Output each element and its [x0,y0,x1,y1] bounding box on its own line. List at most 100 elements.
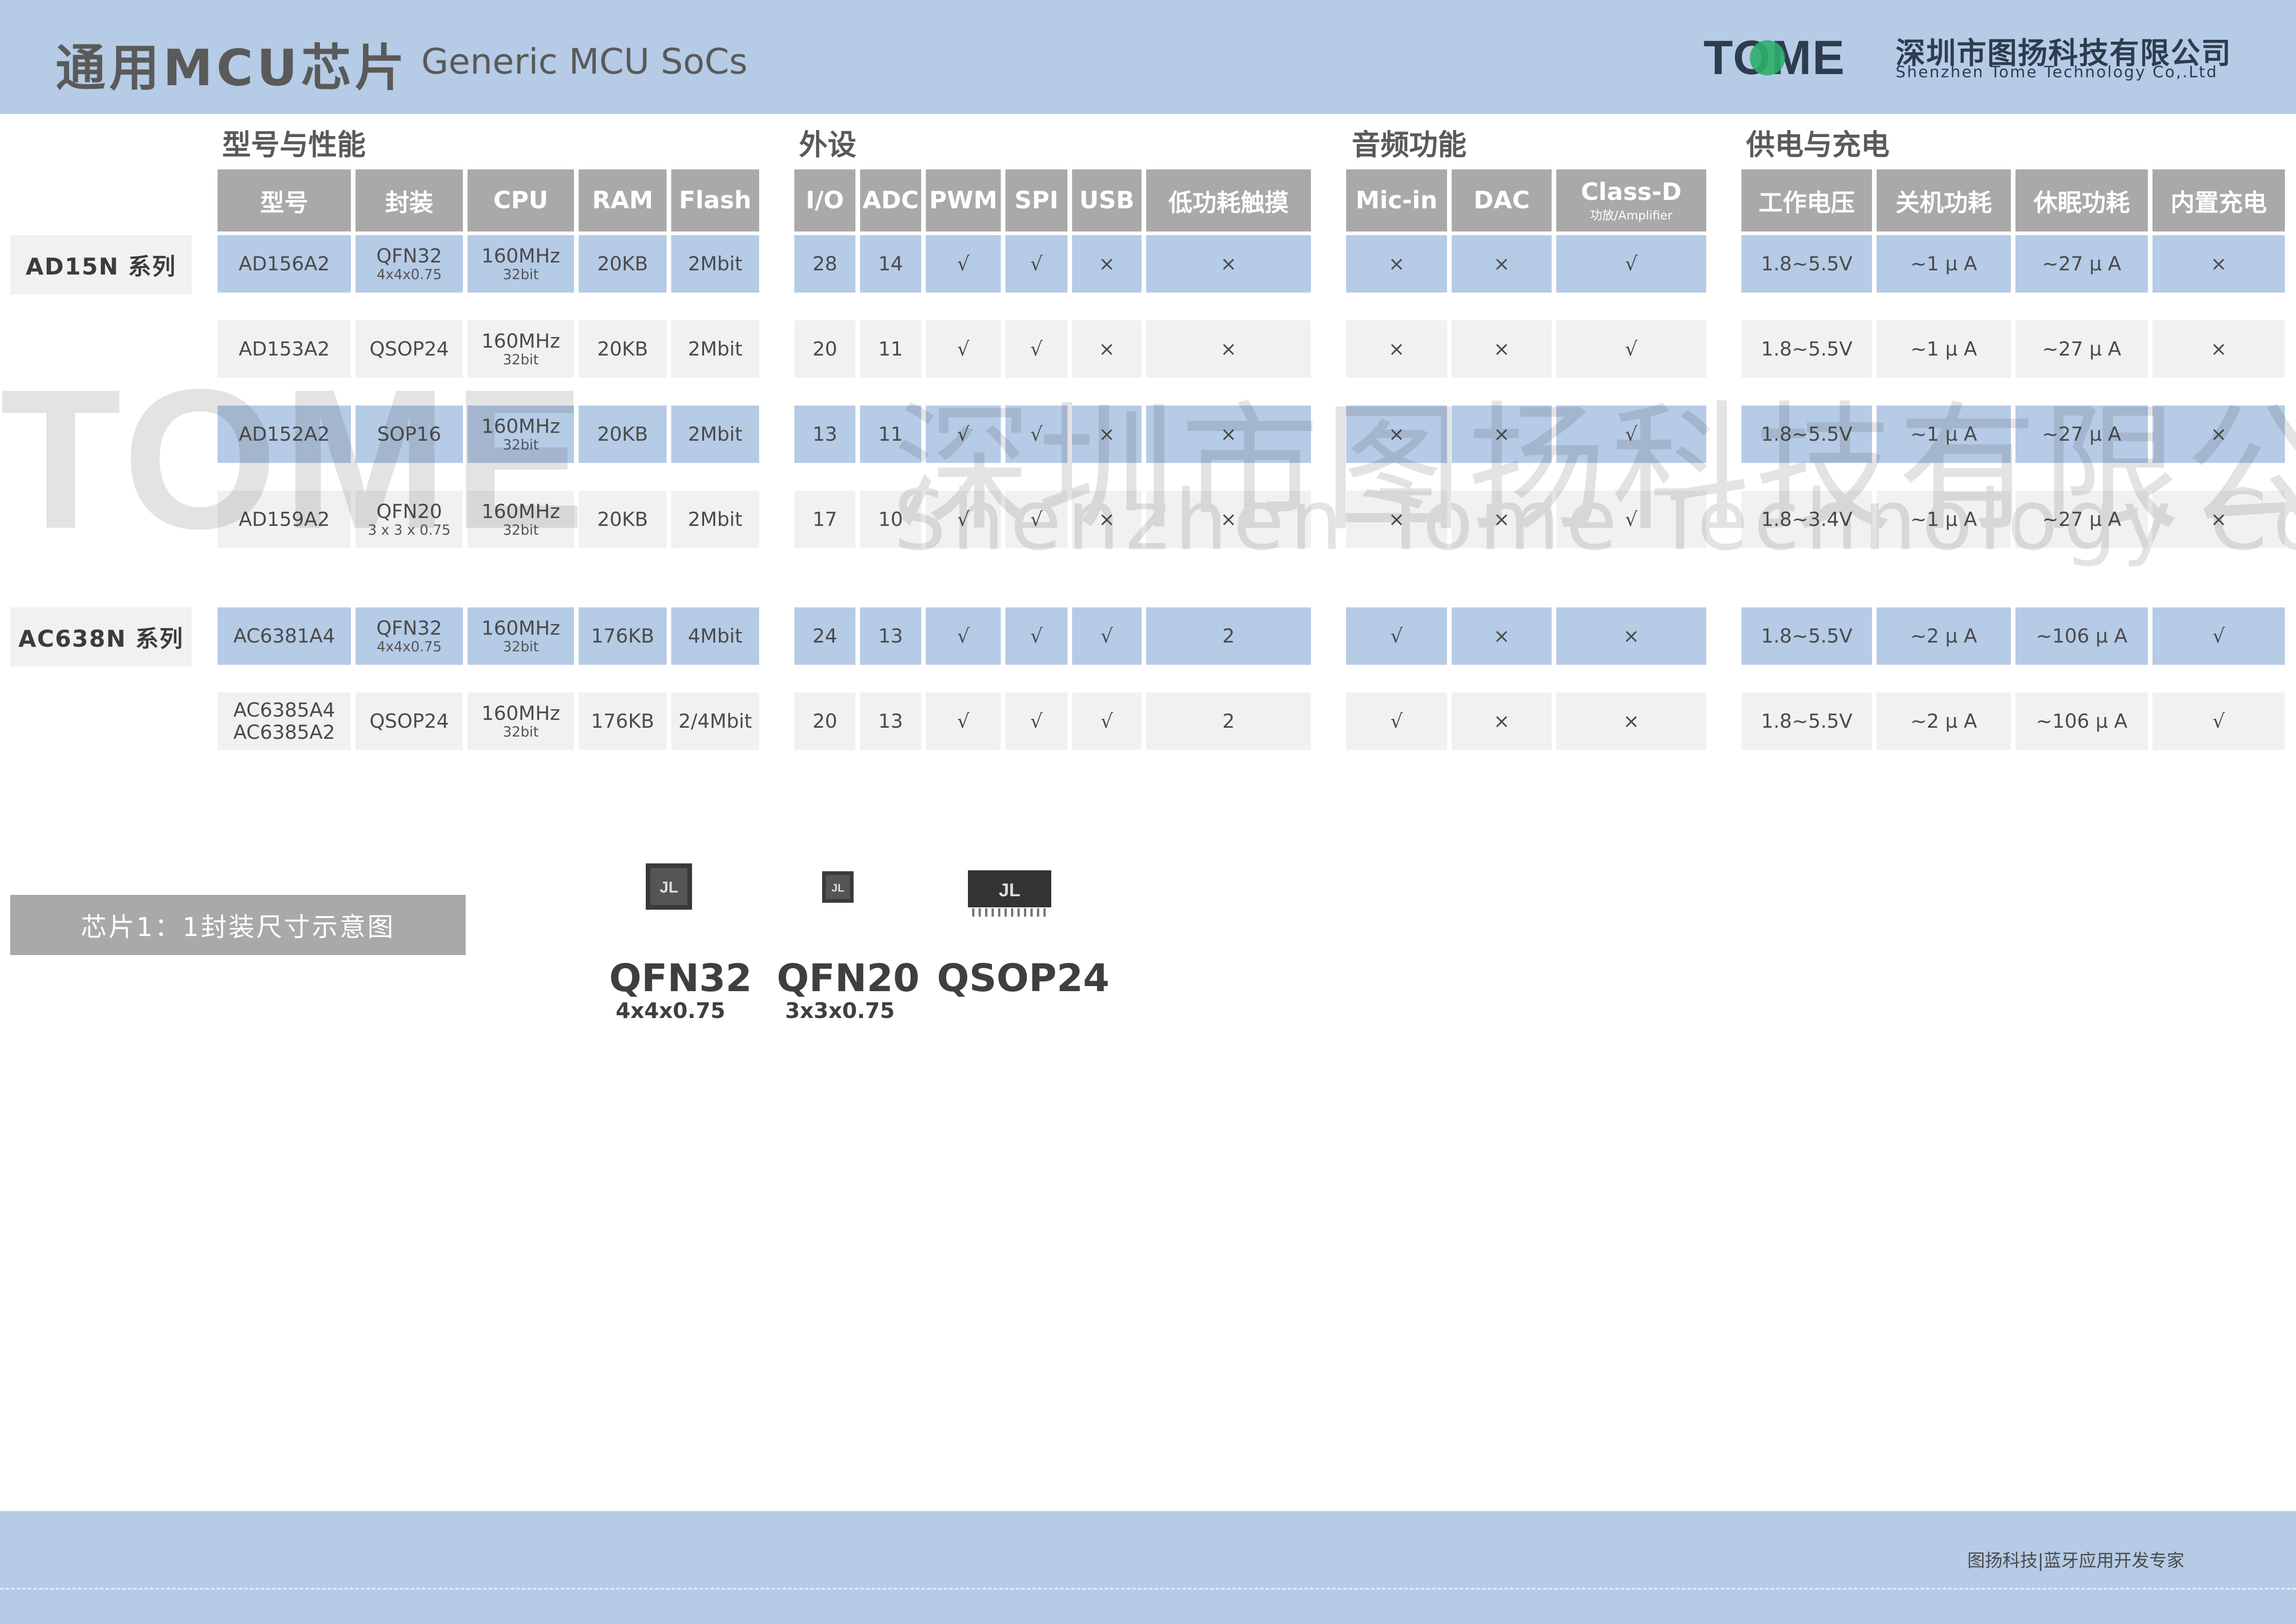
table-cell: 2Mbit [671,320,759,378]
table-cell: ~106 μ A [2015,693,2148,750]
table-cell: × [1452,235,1552,293]
table-cell: × [1452,491,1552,548]
column-header-label: USB [1079,187,1135,214]
cell-value: 20 [812,709,837,732]
table-cell: 20KB [579,235,667,293]
column-header-12: DAC [1452,169,1552,231]
cell-subvalue: 32bit [503,266,539,283]
column-header-0: 型号 [218,169,351,231]
table-cell: √ [1346,693,1447,750]
table-cell: × [2152,235,2285,293]
table-cell: 28 [794,235,855,293]
column-header-label: I/O [805,187,844,214]
cell-value: ~106 μ A [2036,624,2128,647]
table-cell: × [1146,235,1311,293]
table-cell: 176KB [579,607,667,665]
cell-value: × [1388,422,1405,445]
table-cell: × [1452,607,1552,665]
table-cell: × [1346,491,1447,548]
cell-value: √ [1030,709,1043,732]
table-cell: × [1146,406,1311,463]
table-cell: √ [1005,235,1067,293]
cell-subvalue: 4x4x0.75 [376,266,442,283]
column-header-11: Mic-in [1346,169,1447,231]
cell-value: × [1098,422,1115,445]
column-header-14: 工作电压 [1741,169,1872,231]
cell-value: √ [1390,624,1403,647]
footer-slogan: 图扬科技|蓝牙应用开发专家 [1967,1550,2184,1571]
cell-value: 160MHz [481,329,561,352]
table-cell: QSOP24 [356,693,463,750]
cell-value: × [1220,507,1237,531]
cell-value: × [1388,507,1405,531]
cell-value: √ [2212,624,2225,647]
table-cell: × [1452,693,1552,750]
column-header-label: 低功耗触摸 [1168,189,1289,217]
table-cell: QFN20 3 x 3 x 0.75 [356,491,463,548]
column-header-1: 封装 [356,169,463,231]
group-title-power: 供电与充电 [1746,128,1890,162]
cell-value: 1.8~5.5V [1761,624,1853,647]
column-header-label: 封装 [385,189,433,217]
table-cell: √ [1005,607,1067,665]
cell-value: √ [1030,422,1043,445]
cell-value: × [1493,337,1510,360]
column-header-label: 休眠功耗 [2033,189,2130,217]
package-diagram-label: 芯片1：1封装尺寸示意图 [10,895,466,955]
table-cell: ~106 μ A [2015,607,2148,665]
cell-value: QSOP24 [369,337,449,360]
cell-value: 1.8~5.5V [1761,252,1853,275]
table-cell: 4Mbit [671,607,759,665]
table-cell: × [2152,320,2285,378]
column-header-label: Mic-in [1355,187,1438,214]
cell-value: 17 [812,507,837,531]
table-cell: × [2152,406,2285,463]
table-cell: 20 [794,693,855,750]
column-header-label: RAM [592,187,654,214]
table-cell: 160MHz 32bit [468,607,574,665]
column-header-5: I/O [794,169,855,231]
table-cell: 176KB [579,693,667,750]
qfn20-dim: 3x3x0.75 [785,998,895,1023]
column-header-16: 休眠功耗 [2015,169,2148,231]
cell-subvalue: 4x4x0.75 [376,638,442,655]
cell-value: √ [957,624,970,647]
table-cell: QFN32 4x4x0.75 [356,607,463,665]
column-header-label: 关机功耗 [1895,189,1992,217]
table-cell: 10 [860,491,921,548]
table-cell: QSOP24 [356,320,463,378]
table-cell: 2 [1146,607,1311,665]
cell-value: √ [1625,337,1638,360]
cell-value: √ [957,507,970,531]
table-cell: √ [2152,607,2285,665]
table-cell: 160MHz 32bit [468,693,574,750]
cell-value: AC6381A4 [233,624,335,647]
logo-o-icon [1750,40,1785,75]
cell-value: 1.8~5.5V [1761,709,1853,732]
column-header-label: PWM [929,187,998,214]
cell-value: √ [1390,709,1403,732]
column-header-label: 型号 [260,189,308,217]
cell-value: × [1220,337,1237,360]
column-header-label: 工作电压 [1758,189,1855,217]
column-header-label: DAC [1473,187,1530,214]
table-cell: AD152A2 [218,406,351,463]
series-label-ad15n: AD15N 系列 [10,235,192,294]
cell-subvalue: 32bit [503,724,539,740]
table-cell: ~1 μ A [1877,320,2011,378]
table-cell: 17 [794,491,855,548]
cell-value: ~27 μ A [2042,507,2121,531]
column-header-17: 内置充电 [2152,169,2285,231]
cell-value: 1.8~3.4V [1761,507,1853,531]
table-cell: √ [1556,235,1706,293]
group-title-spec: 型号与性能 [222,128,366,162]
cell-value: × [1623,709,1640,732]
cell-value: × [1493,422,1510,445]
cell-value-second-model: AC6385A2 [233,721,335,743]
column-header-label: CPU [493,187,549,214]
footer-band [0,1511,2296,1624]
table-cell: ~1 μ A [1877,406,2011,463]
cell-value: √ [1625,252,1638,275]
qfn32-chip-icon: JL [646,863,692,910]
cell-value: AD159A2 [238,507,330,531]
